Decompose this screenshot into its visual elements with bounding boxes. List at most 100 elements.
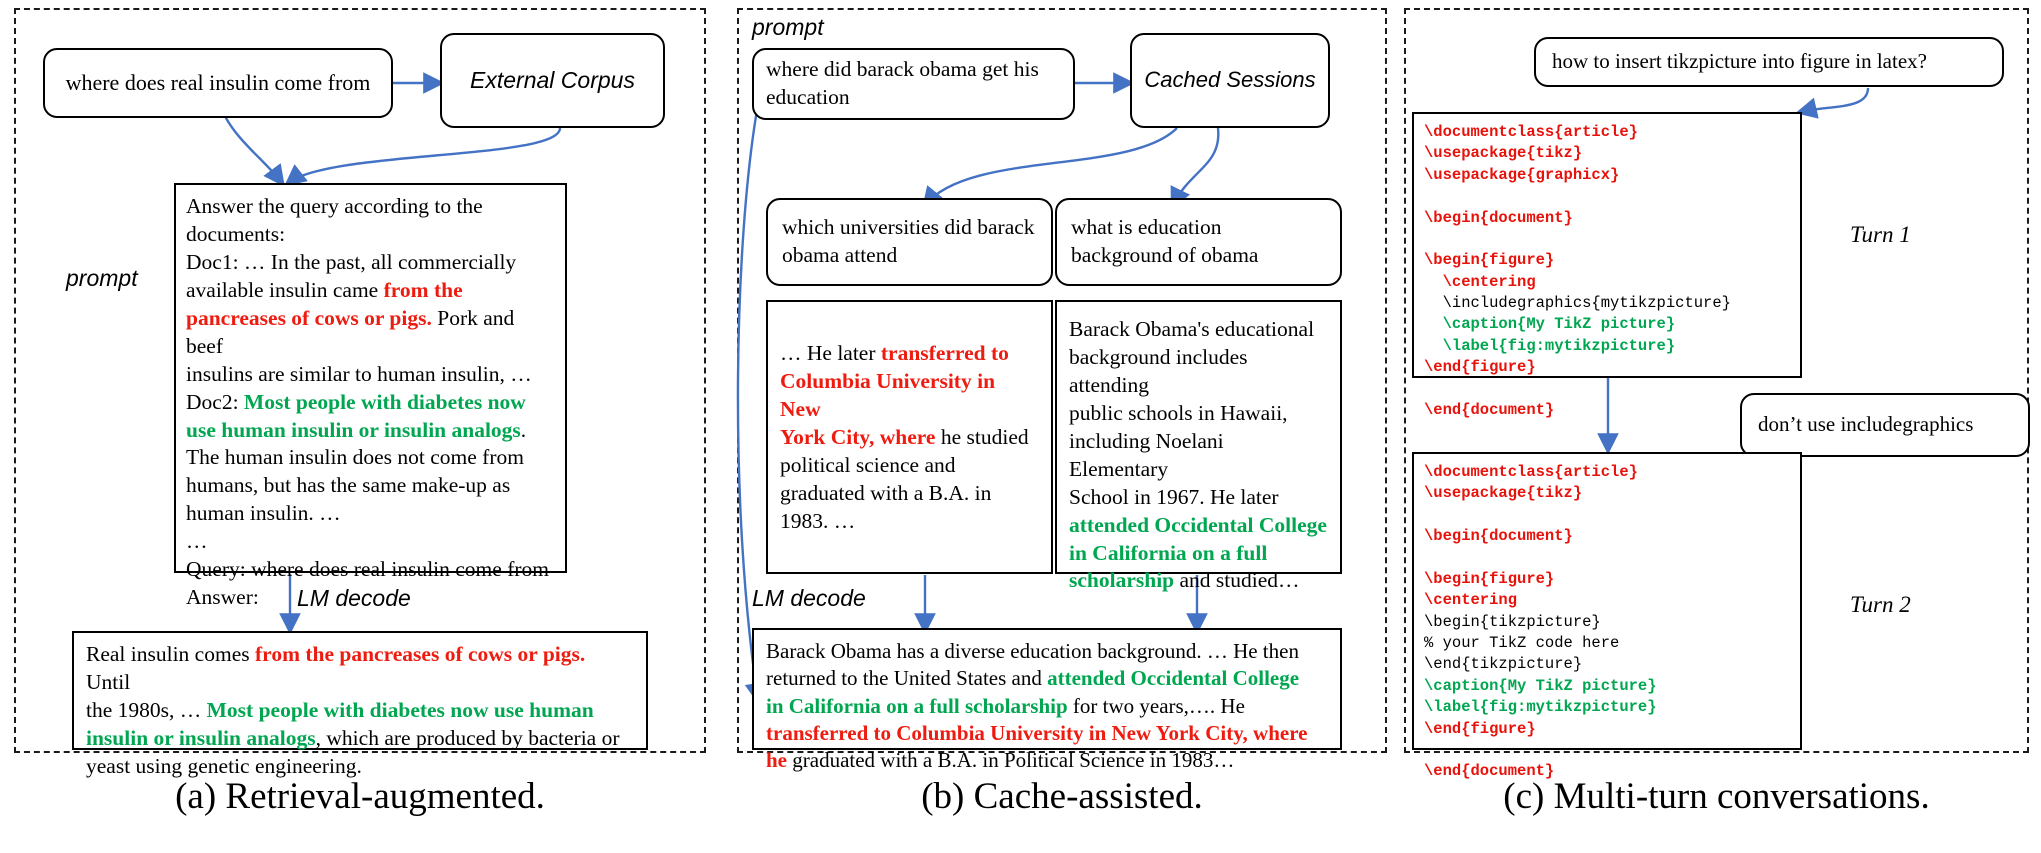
code-line: \begin{document} <box>1424 208 1790 229</box>
text-line: attended Occidental College <box>1069 512 1328 540</box>
text-line: Columbia University in New <box>780 368 1039 424</box>
text-line: available insulin came from the <box>186 277 555 305</box>
panel-c-turn1-label: Turn 1 <box>1850 222 1911 247</box>
panel-b-query-box[interactable]: where did barack obama get his education <box>752 48 1075 120</box>
text-run: attended Occidental College <box>1069 512 1327 537</box>
text-line: scholarship and studied… <box>1069 567 1328 595</box>
code-line: \end{document} <box>1424 400 1790 421</box>
code-line: \caption{My TikZ picture} <box>1424 676 1790 697</box>
code-run: \begin{figure} <box>1424 251 1555 270</box>
panel-b-query-text: where did barack obama get his education <box>766 57 1039 109</box>
figure-root: where does real insulin come from Extern… <box>0 0 2041 853</box>
text-run: Doc1: … In the past, all commercially <box>186 249 517 274</box>
text-line: political science and <box>780 452 1039 480</box>
text-line: Real insulin comes from the pancreases o… <box>86 641 634 697</box>
text-run: documents: <box>186 221 286 246</box>
text-line: he graduated with a B.A. in Political Sc… <box>766 747 1328 774</box>
code-line: \begin{tikzpicture} <box>1424 612 1790 633</box>
code-line: \usepackage{tikz} <box>1424 143 1790 164</box>
code-run: \centering <box>1424 591 1518 610</box>
panel-b-session1-query-box[interactable]: which universities did barack obama atte… <box>766 198 1053 286</box>
panel-c-user-turn2-box[interactable]: don’t use includegraphics <box>1740 393 2030 457</box>
text-line: documents: <box>186 221 555 249</box>
code-line: \label{fig:mytikzpicture} <box>1424 336 1790 357</box>
text-run: in California on a full <box>1069 540 1268 565</box>
panel-b-cache-box[interactable]: Cached Sessions <box>1130 33 1330 128</box>
text-run: Barack Obama has a diverse education bac… <box>766 639 1299 663</box>
text-line: School in 1967. He later <box>1069 484 1328 512</box>
text-run: insulins are similar to human insulin, … <box>186 361 532 386</box>
panel-b-session2-answer-box: Barack Obama's educational background inc… <box>1055 300 1342 592</box>
text-run: Most people with diabetes now use human <box>206 697 594 722</box>
code-line: \begin{document} <box>1424 526 1790 547</box>
code-line: \caption{My TikZ picture} <box>1424 314 1790 335</box>
text-run: Doc2: <box>186 389 244 414</box>
text-line: Query: where does real insulin come from <box>186 556 555 584</box>
text-run: 1983. … <box>780 508 856 533</box>
code-run: \end{figure} <box>1424 358 1536 377</box>
panel-a-prompt-text: Answer the query according to the documen… <box>176 185 565 616</box>
text-run: insulin or insulin analogs <box>86 725 316 750</box>
panel-c-user-turn1-box[interactable]: how to insert tikzpicture into figure in… <box>1534 37 2004 87</box>
text-line: Doc1: … In the past, all commercially <box>186 249 555 277</box>
panel-a-answer-text: Real insulin comes from the pancreases o… <box>74 633 646 789</box>
panel-b-session2-query-box[interactable]: what is education background of obama <box>1055 198 1342 286</box>
text-run: Columbia University in New <box>780 368 996 421</box>
text-line: … He later transferred to <box>780 340 1039 368</box>
text-run: he studied <box>935 424 1029 449</box>
text-line: human insulin. … <box>186 500 555 528</box>
code-line: \label{fig:mytikzpicture} <box>1424 697 1790 718</box>
code-line: \usepackage{graphicx} <box>1424 165 1790 186</box>
panel-a-query-box[interactable]: where does real insulin come from <box>43 48 393 118</box>
text-run: use human insulin or insulin analogs <box>186 417 521 442</box>
panel-b-cache-text: Cached Sessions <box>1144 67 1316 93</box>
text-run: Answer: <box>186 585 259 610</box>
text-run: the 1980s, … <box>86 697 207 722</box>
text-run: public schools in Hawaii, <box>1069 400 1288 425</box>
panel-a-answer-box: Real insulin comes from the pancreases o… <box>72 631 648 778</box>
code-run: \begin{document} <box>1424 527 1573 546</box>
panel-c-code-turn1-box: \documentclass{article} \usepackage{tikz}… <box>1412 112 1802 419</box>
text-run: The human insulin does not come from <box>186 445 524 470</box>
code-run: \includegraphics{mytikzpicture} <box>1424 294 1731 312</box>
text-run: political science and <box>780 452 956 477</box>
text-line: graduated with a B.A. in <box>780 480 1039 508</box>
panel-a-prompt-label: prompt <box>66 265 138 291</box>
text-run: for two years,…. He <box>1067 693 1245 718</box>
text-line: … <box>186 528 555 556</box>
code-line: \centering <box>1424 272 1790 293</box>
text-line: Answer the query according to the <box>186 193 555 221</box>
code-run: \label{fig:mytikzpicture} <box>1424 698 1657 717</box>
text-run: transferred to <box>880 341 1009 365</box>
panel-c-turn2-label: Turn 2 <box>1850 592 1911 617</box>
panel-a-corpus-box[interactable]: External Corpus <box>440 33 665 128</box>
code-run: \usepackage{graphicx} <box>1424 165 1620 184</box>
panel-c-code-turn1-text: \documentclass{article} \usepackage{tikz}… <box>1414 114 1800 429</box>
code-run: \begin{figure} <box>1424 569 1555 588</box>
panel-c-caption: (c) Multi-turn conversations. <box>1503 776 1930 817</box>
text-line: background includes attending <box>1069 344 1328 400</box>
code-run: \label{fig:mytikzpicture} <box>1424 336 1676 355</box>
panel-c-user-turn1-text: how to insert tikzpicture into figure in… <box>1552 49 1927 74</box>
code-line: \centering <box>1424 590 1790 611</box>
code-line: \documentclass{article} <box>1424 462 1790 483</box>
text-run: including Noelani Elementary <box>1069 428 1224 481</box>
text-run: School in 1967. He later <box>1069 484 1279 509</box>
code-run: \end{document} <box>1424 400 1555 419</box>
code-line: \usepackage{tikz} <box>1424 483 1790 504</box>
text-line: The human insulin does not come from <box>186 444 555 472</box>
code-run: \documentclass{article} <box>1424 463 1638 481</box>
text-run: scholarship <box>1069 568 1175 593</box>
text-line: 1983. … <box>780 508 1039 536</box>
text-run: … He later <box>780 341 881 365</box>
code-line: \end{tikzpicture} <box>1424 654 1790 675</box>
text-run: attended Occidental College <box>1047 666 1300 691</box>
panel-c-code-turn2-box: \documentclass{article} \usepackage{tikz}… <box>1412 452 1802 780</box>
text-line: use human insulin or insulin analogs. <box>186 417 555 445</box>
text-run: from the <box>383 277 463 302</box>
